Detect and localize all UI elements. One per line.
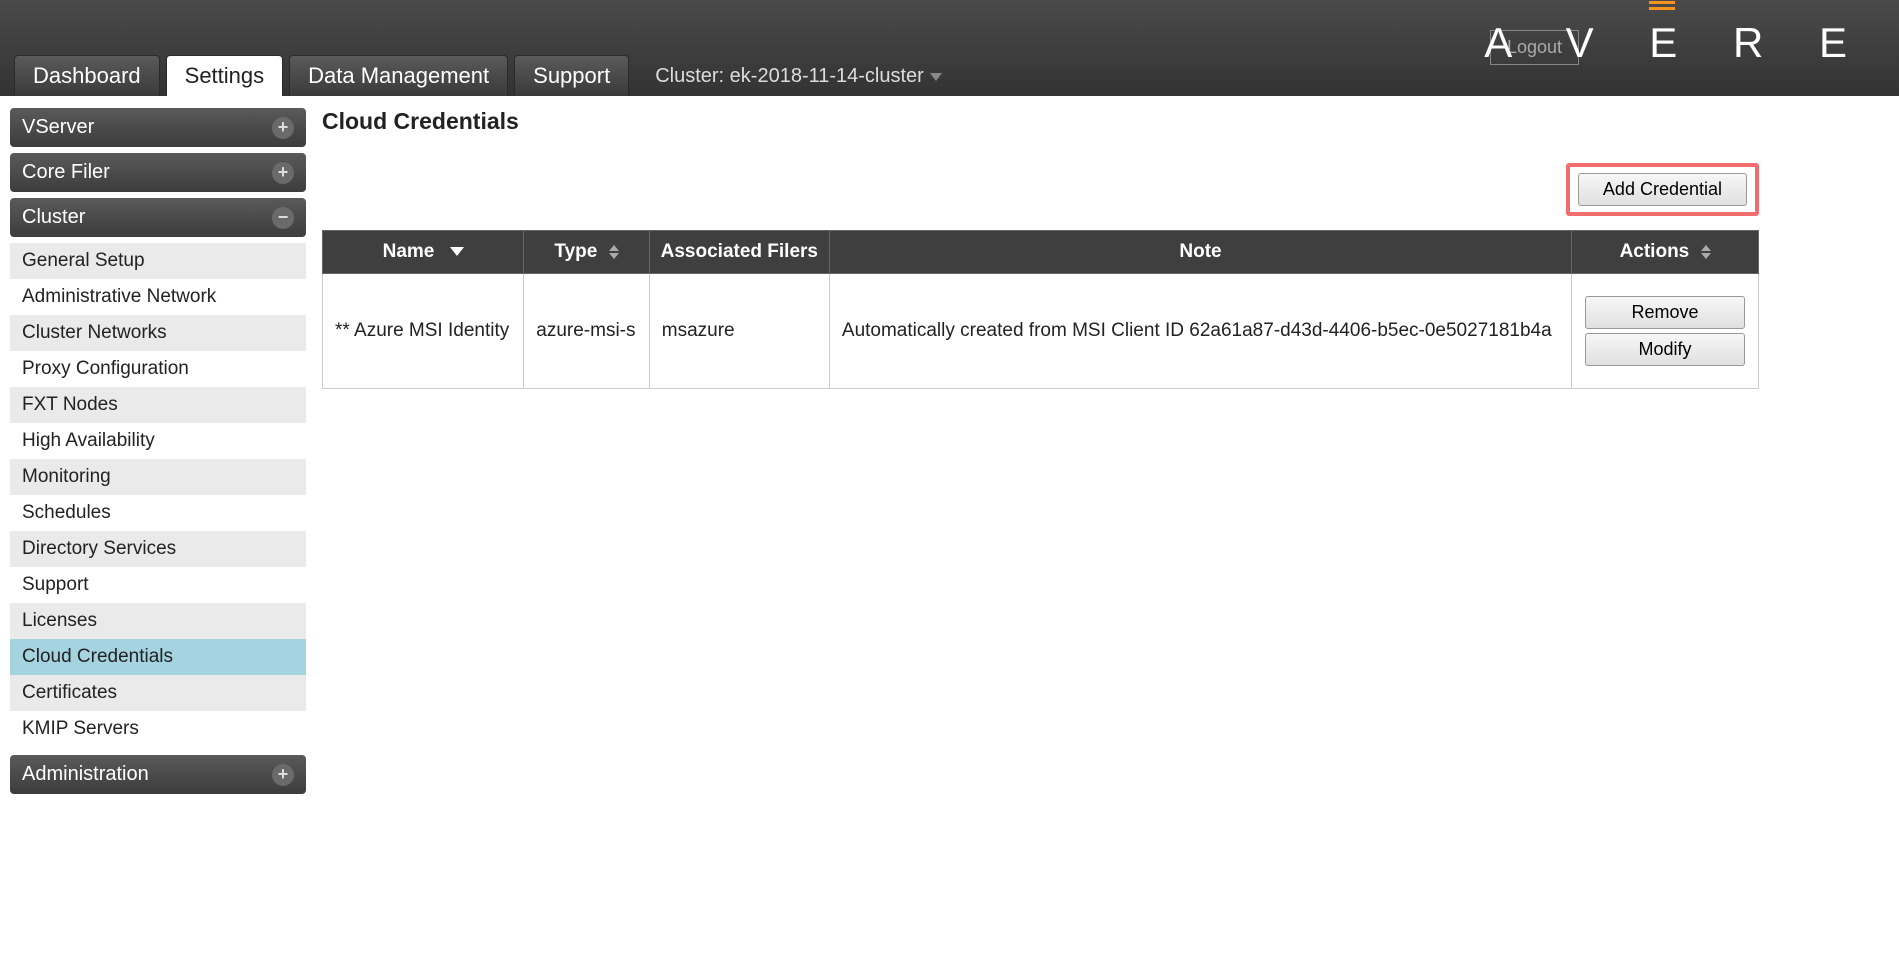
- chevron-down-icon: [930, 73, 942, 81]
- sidebar-item-support[interactable]: Support: [10, 567, 306, 603]
- add-credential-highlight: Add Credential: [1566, 163, 1759, 216]
- cluster-dropdown[interactable]: Cluster: ek-2018-11-14-cluster: [655, 65, 942, 96]
- sidebar-item-kmip-servers[interactable]: KMIP Servers: [10, 711, 306, 747]
- modify-button[interactable]: Modify: [1585, 333, 1745, 366]
- cell-actions: Remove Modify: [1572, 274, 1759, 389]
- sidebar-item-monitoring[interactable]: Monitoring: [10, 459, 306, 495]
- sidebar-item-cluster-networks[interactable]: Cluster Networks: [10, 315, 306, 351]
- col-note: Note: [829, 231, 1571, 274]
- sidebar-cluster-items: General Setup Administrative Network Clu…: [10, 243, 306, 747]
- sidebar-section-vserver[interactable]: VServer +: [10, 108, 306, 147]
- add-credential-row: Add Credential: [322, 163, 1759, 216]
- main-tabs: Dashboard Settings Data Management Suppo…: [14, 55, 942, 96]
- add-credential-button[interactable]: Add Credential: [1578, 173, 1747, 206]
- main-panel: Cloud Credentials Add Credential Name Ty…: [322, 108, 1889, 800]
- col-note-label: Note: [1179, 241, 1221, 262]
- credentials-table: Name Type Associated Filers Note Actio: [322, 230, 1759, 389]
- tab-support[interactable]: Support: [514, 55, 629, 96]
- sidebar-item-cloud-credentials[interactable]: Cloud Credentials: [10, 639, 306, 675]
- plus-icon: +: [272, 764, 294, 786]
- tab-settings[interactable]: Settings: [166, 55, 284, 96]
- col-filers: Associated Filers: [649, 231, 829, 274]
- brand-logo: A V E R E: [1484, 18, 1869, 68]
- sidebar-item-general-setup[interactable]: General Setup: [10, 243, 306, 279]
- content-area: VServer + Core Filer + Cluster − General…: [0, 96, 1899, 812]
- remove-button[interactable]: Remove: [1585, 296, 1745, 329]
- sidebar-item-proxy-config[interactable]: Proxy Configuration: [10, 351, 306, 387]
- sidebar: VServer + Core Filer + Cluster − General…: [10, 108, 306, 800]
- sidebar-item-licenses[interactable]: Licenses: [10, 603, 306, 639]
- minus-icon: −: [272, 207, 294, 229]
- col-filers-label: Associated Filers: [661, 241, 818, 262]
- sidebar-section-core-filer[interactable]: Core Filer +: [10, 153, 306, 192]
- table-row: ** Azure MSI Identity azure-msi-s msazur…: [323, 274, 1759, 389]
- plus-icon: +: [272, 117, 294, 139]
- sidebar-item-directory-services[interactable]: Directory Services: [10, 531, 306, 567]
- cluster-label-text: Cluster: ek-2018-11-14-cluster: [655, 65, 924, 88]
- table-header-row: Name Type Associated Filers Note Actio: [323, 231, 1759, 274]
- sidebar-item-schedules[interactable]: Schedules: [10, 495, 306, 531]
- plus-icon: +: [272, 162, 294, 184]
- sidebar-section-label: Cluster: [22, 206, 85, 229]
- page-title: Cloud Credentials: [322, 108, 1759, 135]
- col-type-label: Type: [554, 241, 597, 262]
- sort-icon: [609, 245, 619, 259]
- sidebar-section-label: Administration: [22, 763, 149, 786]
- cell-note: Automatically created from MSI Client ID…: [829, 274, 1571, 389]
- sidebar-item-certificates[interactable]: Certificates: [10, 675, 306, 711]
- tab-data-management[interactable]: Data Management: [289, 55, 508, 96]
- col-name[interactable]: Name: [323, 231, 524, 274]
- sidebar-section-label: VServer: [22, 116, 94, 139]
- sort-desc-icon: [450, 247, 464, 256]
- sort-icon: [1701, 245, 1711, 259]
- sidebar-item-high-availability[interactable]: High Availability: [10, 423, 306, 459]
- sidebar-item-admin-network[interactable]: Administrative Network: [10, 279, 306, 315]
- top-bar: Dashboard Settings Data Management Suppo…: [0, 0, 1899, 96]
- col-actions[interactable]: Actions: [1572, 231, 1759, 274]
- cell-name: ** Azure MSI Identity: [323, 274, 524, 389]
- tab-dashboard[interactable]: Dashboard: [14, 55, 160, 96]
- sidebar-section-label: Core Filer: [22, 161, 110, 184]
- sidebar-section-cluster[interactable]: Cluster −: [10, 198, 306, 237]
- col-type[interactable]: Type: [524, 231, 649, 274]
- cell-filers: msazure: [649, 274, 829, 389]
- sidebar-section-administration[interactable]: Administration +: [10, 755, 306, 794]
- cell-type: azure-msi-s: [524, 274, 649, 389]
- sidebar-item-fxt-nodes[interactable]: FXT Nodes: [10, 387, 306, 423]
- col-name-label: Name: [383, 241, 435, 262]
- col-actions-label: Actions: [1620, 241, 1690, 262]
